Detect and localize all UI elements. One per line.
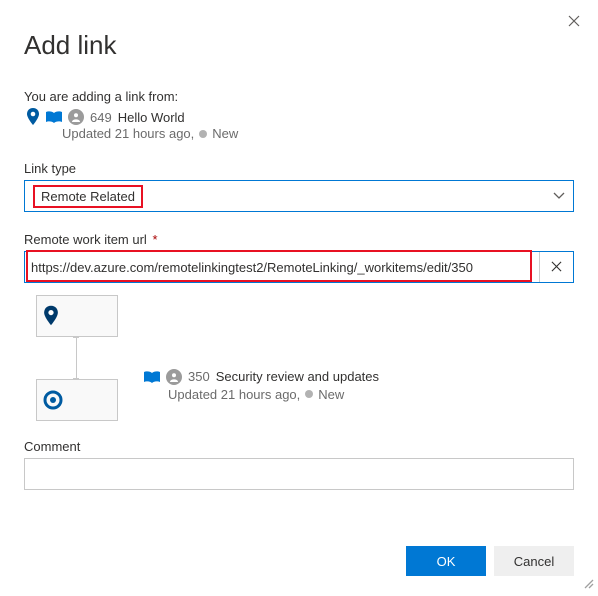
chevron-down-icon bbox=[553, 192, 565, 200]
avatar-icon bbox=[166, 369, 182, 385]
clear-icon bbox=[551, 261, 562, 272]
remote-url-label: Remote work item url * bbox=[24, 232, 574, 247]
clear-url-button[interactable] bbox=[539, 252, 573, 282]
cancel-button[interactable]: Cancel bbox=[494, 546, 574, 576]
avatar-icon bbox=[68, 109, 84, 125]
dialog-title: Add link bbox=[24, 30, 574, 61]
source-item-updated: Updated 21 hours ago, bbox=[62, 126, 194, 141]
close-button[interactable] bbox=[568, 14, 580, 30]
dialog-footer: OK Cancel bbox=[406, 546, 574, 576]
link-type-value-highlight: Remote Related bbox=[33, 185, 143, 208]
related-item-state: New bbox=[318, 387, 344, 402]
link-type-label: Link type bbox=[24, 161, 574, 176]
comment-label: Comment bbox=[24, 439, 574, 454]
book-icon bbox=[46, 111, 62, 123]
source-item-title: Hello World bbox=[118, 110, 185, 125]
from-label: You are adding a link from: bbox=[24, 89, 574, 104]
related-item-id: 350 bbox=[188, 369, 210, 384]
remote-url-input-row bbox=[24, 251, 574, 283]
source-item-state: New bbox=[212, 126, 238, 141]
ok-button[interactable]: OK bbox=[406, 546, 486, 576]
required-indicator: * bbox=[152, 232, 157, 247]
link-diagram: 350 Security review and updates Updated … bbox=[24, 295, 574, 423]
target-pin-icon bbox=[43, 390, 63, 410]
diagram-target-box bbox=[36, 379, 118, 421]
related-item-updated: Updated 21 hours ago, bbox=[168, 387, 300, 402]
diagram-connector bbox=[76, 337, 77, 379]
comment-input[interactable] bbox=[24, 458, 574, 490]
remote-url-input[interactable] bbox=[25, 252, 539, 282]
pin-icon bbox=[26, 108, 40, 126]
source-item-id: 649 bbox=[90, 110, 112, 125]
link-type-select[interactable]: Remote Related bbox=[24, 180, 574, 212]
source-item-meta: Updated 21 hours ago, New bbox=[62, 126, 574, 141]
link-type-value: Remote Related bbox=[41, 189, 135, 204]
pin-icon bbox=[43, 305, 59, 327]
diagram-source-box bbox=[36, 295, 118, 337]
resize-grip-icon[interactable] bbox=[582, 577, 594, 592]
status-dot-icon bbox=[305, 390, 313, 398]
related-item-row: 350 Security review and updates bbox=[144, 369, 379, 385]
remote-url-label-text: Remote work item url bbox=[24, 232, 147, 247]
related-item-meta: Updated 21 hours ago, New bbox=[168, 387, 379, 402]
close-icon bbox=[568, 15, 580, 27]
diagram-boxes bbox=[24, 295, 124, 423]
book-icon bbox=[144, 371, 160, 383]
source-item-row: 649 Hello World bbox=[26, 108, 574, 126]
status-dot-icon bbox=[199, 130, 207, 138]
related-item-title: Security review and updates bbox=[216, 369, 379, 384]
related-item-block: 350 Security review and updates Updated … bbox=[144, 369, 379, 402]
